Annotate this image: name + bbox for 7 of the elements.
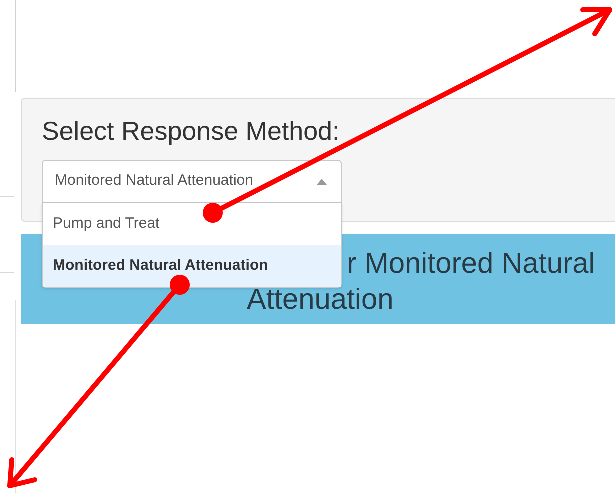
banner-title: r Monitored Natural	[347, 247, 596, 282]
field-label: Select Response Method:	[42, 115, 340, 147]
caret-up-icon	[317, 178, 327, 184]
menu-option[interactable]: Monitored Natural Attenuation	[43, 245, 341, 287]
selected-value: Monitored Natural Attenuation	[55, 171, 254, 192]
menu-option[interactable]: Pump and Treat	[43, 203, 341, 245]
response-method-select[interactable]: Monitored Natural Attenuation	[42, 160, 342, 203]
